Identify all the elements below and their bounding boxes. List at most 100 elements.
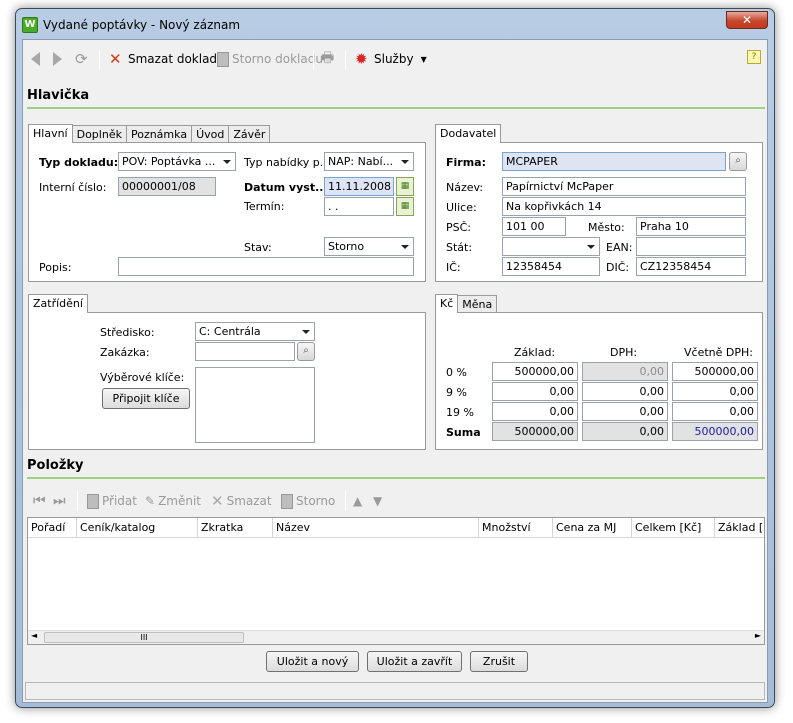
street-label: Ulice: bbox=[446, 201, 477, 214]
order-field[interactable] bbox=[195, 342, 295, 361]
scroll-left-icon[interactable]: ◄ bbox=[31, 631, 37, 640]
header-section-title: Hlavička bbox=[27, 88, 90, 103]
desc-label: Popis: bbox=[39, 261, 72, 274]
zip-label: PSČ: bbox=[446, 221, 472, 234]
arrow-left-icon bbox=[31, 52, 40, 66]
internal-no-field: 00000001/08 bbox=[118, 177, 216, 196]
issue-date-field[interactable]: 11.11.2008 bbox=[324, 177, 394, 196]
col-cenik[interactable]: Ceník/katalog bbox=[77, 518, 198, 538]
col-cena[interactable]: Cena za MJ bbox=[553, 518, 632, 538]
tab-poznamka[interactable]: Poznámka bbox=[125, 125, 193, 143]
move-down-button[interactable]: ▼ bbox=[373, 492, 382, 510]
col-zaklad[interactable]: Základ [ bbox=[715, 518, 764, 538]
header-main-panel: Typ dokladu: POV: Poptávka ... Typ nabíd… bbox=[28, 142, 426, 282]
doc-type-select[interactable]: POV: Poptávka ... bbox=[118, 152, 236, 171]
title-bar[interactable]: W Vydané poptávky - Nový záznam ✕ bbox=[16, 9, 774, 39]
items-toolbar: ⏮ ⏭ Přidat ✎ Změnit ✕ Smazat Storno ▲ ▼ bbox=[23, 488, 767, 514]
tab-kc[interactable]: Kč bbox=[435, 294, 459, 313]
scroll-right-icon[interactable]: ► bbox=[755, 631, 761, 640]
row-0-incl[interactable]: 500000,00 bbox=[672, 362, 758, 381]
row-0-base[interactable]: 500000,00 bbox=[492, 362, 578, 381]
row-9-base[interactable]: 0,00 bbox=[492, 382, 578, 401]
add-item-button[interactable]: Přidat bbox=[87, 492, 137, 510]
center-label: Středisko: bbox=[100, 326, 155, 339]
ic-field[interactable]: 12358454 bbox=[502, 257, 600, 276]
state-select[interactable]: Storno bbox=[324, 237, 414, 256]
tab-hlavni[interactable]: Hlavní bbox=[28, 124, 73, 143]
sum-vat: 0,00 bbox=[582, 422, 668, 441]
delete-x-icon: ✕ bbox=[109, 50, 122, 68]
delete-doc-label: Smazat doklad bbox=[128, 52, 218, 66]
col-incl-header: Včetně DPH: bbox=[684, 346, 753, 359]
tab-doplnek[interactable]: Doplněk bbox=[71, 125, 127, 143]
keys-list[interactable] bbox=[195, 367, 315, 443]
tab-zaver[interactable]: Závěr bbox=[228, 125, 271, 143]
toolbar-separator bbox=[99, 50, 100, 70]
order-lookup-button[interactable]: ⌕ bbox=[297, 342, 315, 361]
toolbar-separator bbox=[313, 50, 314, 70]
tab-dodavatel[interactable]: Dodavatel bbox=[435, 124, 502, 143]
row-19-incl[interactable]: 0,00 bbox=[672, 402, 758, 421]
col-celkem[interactable]: Celkem [Kč] bbox=[632, 518, 715, 538]
close-button[interactable]: ✕ bbox=[726, 11, 768, 29]
document-icon bbox=[217, 51, 229, 67]
triangle-down-icon: ▼ bbox=[373, 494, 383, 508]
scroll-thumb[interactable]: III bbox=[44, 632, 244, 643]
horizontal-scrollbar[interactable]: ◄ III ► bbox=[28, 630, 764, 644]
last-record-button[interactable]: ⏭ bbox=[53, 492, 66, 510]
print-button[interactable]: 🖶 bbox=[321, 50, 334, 68]
row-9-incl[interactable]: 0,00 bbox=[672, 382, 758, 401]
row-19-base[interactable]: 0,00 bbox=[492, 402, 578, 421]
back-button[interactable] bbox=[31, 50, 40, 68]
street-field[interactable]: Na kopřivkách 14 bbox=[502, 197, 746, 216]
firm-lookup-button[interactable]: ⌕ bbox=[729, 152, 747, 171]
row-19-label: 19 % bbox=[446, 406, 474, 419]
firm-field[interactable]: MCPAPER bbox=[502, 152, 726, 171]
edit-item-button[interactable]: ✎ Změnit bbox=[145, 492, 201, 510]
delete-doc-button[interactable]: ✕ Smazat doklad bbox=[109, 50, 217, 68]
dic-field[interactable]: CZ12358454 bbox=[636, 257, 746, 276]
issue-date-label: Datum vyst... bbox=[244, 181, 328, 194]
tab-mena[interactable]: Měna bbox=[457, 295, 498, 313]
refresh-button[interactable]: ⟳ bbox=[75, 50, 88, 68]
calendar-icon[interactable]: ▦ bbox=[396, 197, 414, 216]
move-up-button[interactable]: ▲ bbox=[353, 492, 362, 510]
row-19-vat[interactable]: 0,00 bbox=[582, 402, 668, 421]
forward-button[interactable] bbox=[53, 50, 62, 68]
ean-field[interactable] bbox=[636, 237, 746, 256]
col-nazev[interactable]: Název bbox=[273, 518, 479, 538]
col-zkratka[interactable]: Zkratka bbox=[198, 518, 273, 538]
attach-keys-button[interactable]: Připojit klíče bbox=[102, 388, 190, 409]
cancel-button[interactable]: Zrušit bbox=[470, 651, 528, 672]
col-poradi[interactable]: Pořadí bbox=[28, 518, 77, 538]
country-select[interactable] bbox=[502, 237, 600, 256]
row-9-label: 9 % bbox=[446, 386, 467, 399]
name-field[interactable]: Papírnictví McPaper bbox=[502, 177, 746, 196]
order-label: Zakázka: bbox=[100, 346, 150, 359]
cancel-doc-button[interactable]: Storno dokladu bbox=[217, 50, 323, 68]
help-button[interactable]: ? bbox=[747, 50, 761, 64]
doc-type-label: Typ dokladu: bbox=[39, 156, 119, 169]
offer-type-label: Typ nabídky p... bbox=[244, 156, 331, 169]
save-close-button[interactable]: Uložit a zavřít bbox=[367, 651, 462, 672]
services-menu-button[interactable]: ✹ Služby ▼ bbox=[355, 50, 427, 68]
desc-input[interactable] bbox=[118, 257, 414, 276]
delete-item-button[interactable]: ✕ Smazat bbox=[211, 492, 272, 510]
tab-zatrideni[interactable]: Zatřídění bbox=[28, 294, 88, 313]
supplier-panel: Firma: MCPAPER ⌕ Název: Papírnictví McPa… bbox=[435, 142, 763, 282]
offer-type-select[interactable]: NAP: Nabí... bbox=[324, 152, 414, 171]
zip-field[interactable]: 101 00 bbox=[502, 217, 566, 236]
city-field[interactable]: Praha 10 bbox=[636, 217, 746, 236]
state-label: Stav: bbox=[244, 241, 272, 254]
tab-uvod[interactable]: Úvod bbox=[191, 125, 230, 143]
save-new-button[interactable]: Uložit a nový bbox=[266, 651, 359, 672]
first-record-button[interactable]: ⏮ bbox=[33, 492, 46, 510]
center-select[interactable]: C: Centrála bbox=[195, 322, 315, 341]
row-9-vat[interactable]: 0,00 bbox=[582, 382, 668, 401]
printer-icon: 🖶 bbox=[321, 50, 335, 66]
calendar-icon[interactable]: ▦ bbox=[396, 177, 414, 196]
deadline-field[interactable]: . . bbox=[324, 197, 394, 216]
col-mnozstvi[interactable]: Množství bbox=[479, 518, 553, 538]
cancel-item-button[interactable]: Storno bbox=[281, 492, 335, 510]
deadline-label: Termín: bbox=[244, 200, 285, 213]
